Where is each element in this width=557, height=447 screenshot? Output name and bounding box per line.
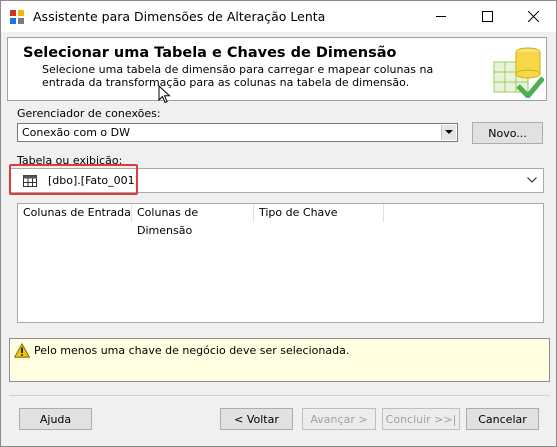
chevron-down-icon xyxy=(527,177,537,183)
window-title: Assistente para Dimensões de Alteração L… xyxy=(33,9,326,24)
page-description: Selecione uma tabela de dimensão para ca… xyxy=(42,63,434,89)
header-key-type[interactable]: Tipo de Chave xyxy=(254,204,384,222)
app-icon xyxy=(10,10,24,24)
connection-manager-label: Gerenciador de conexões: xyxy=(17,107,161,120)
column-mapping-list[interactable]: Colunas de Entrada Colunas de Dimensão T… xyxy=(17,203,544,323)
connection-manager-value: Conexão com o DW xyxy=(22,126,130,139)
chevron-down-icon xyxy=(445,130,453,134)
list-header: Colunas de Entrada Colunas de Dimensão T… xyxy=(18,204,543,237)
connection-dropdown-button[interactable] xyxy=(441,125,456,140)
help-button[interactable]: Ajuda xyxy=(19,408,92,430)
warning-message-box: Pelo menos uma chave de negócio deve ser… xyxy=(9,338,550,382)
warning-icon xyxy=(14,343,30,358)
maximize-icon xyxy=(482,11,493,22)
minimize-icon xyxy=(436,16,446,17)
footer-divider xyxy=(9,395,550,396)
page-title: Selecionar uma Tabela e Chaves de Dimens… xyxy=(23,45,397,61)
header-dimension-columns[interactable]: Colunas de Dimensão xyxy=(132,204,254,237)
back-button[interactable]: < Voltar xyxy=(220,408,293,430)
header-input-columns[interactable]: Colunas de Entrada xyxy=(18,204,132,222)
next-button[interactable]: Avançar > xyxy=(302,408,376,430)
minimize-button[interactable] xyxy=(419,1,464,32)
close-icon xyxy=(528,11,539,22)
cancel-button[interactable]: Cancelar xyxy=(466,408,539,430)
connection-manager-select[interactable]: Conexão com o DW xyxy=(17,123,458,142)
title-bar: Assistente para Dimensões de Alteração L… xyxy=(1,1,556,32)
wizard-window: Assistente para Dimensões de Alteração L… xyxy=(0,0,557,447)
finish-button[interactable]: Concluir >>| xyxy=(382,408,460,430)
mouse-cursor-icon xyxy=(158,85,171,104)
close-button[interactable] xyxy=(511,1,556,32)
database-table-icon xyxy=(493,47,544,98)
header-banner: Selecionar uma Tabela e Chaves de Dimens… xyxy=(7,37,547,101)
maximize-button[interactable] xyxy=(465,1,510,32)
highlight-box xyxy=(9,164,138,195)
warning-text: Pelo menos uma chave de negócio deve ser… xyxy=(34,344,350,357)
new-connection-button[interactable]: Novo... xyxy=(472,122,543,144)
